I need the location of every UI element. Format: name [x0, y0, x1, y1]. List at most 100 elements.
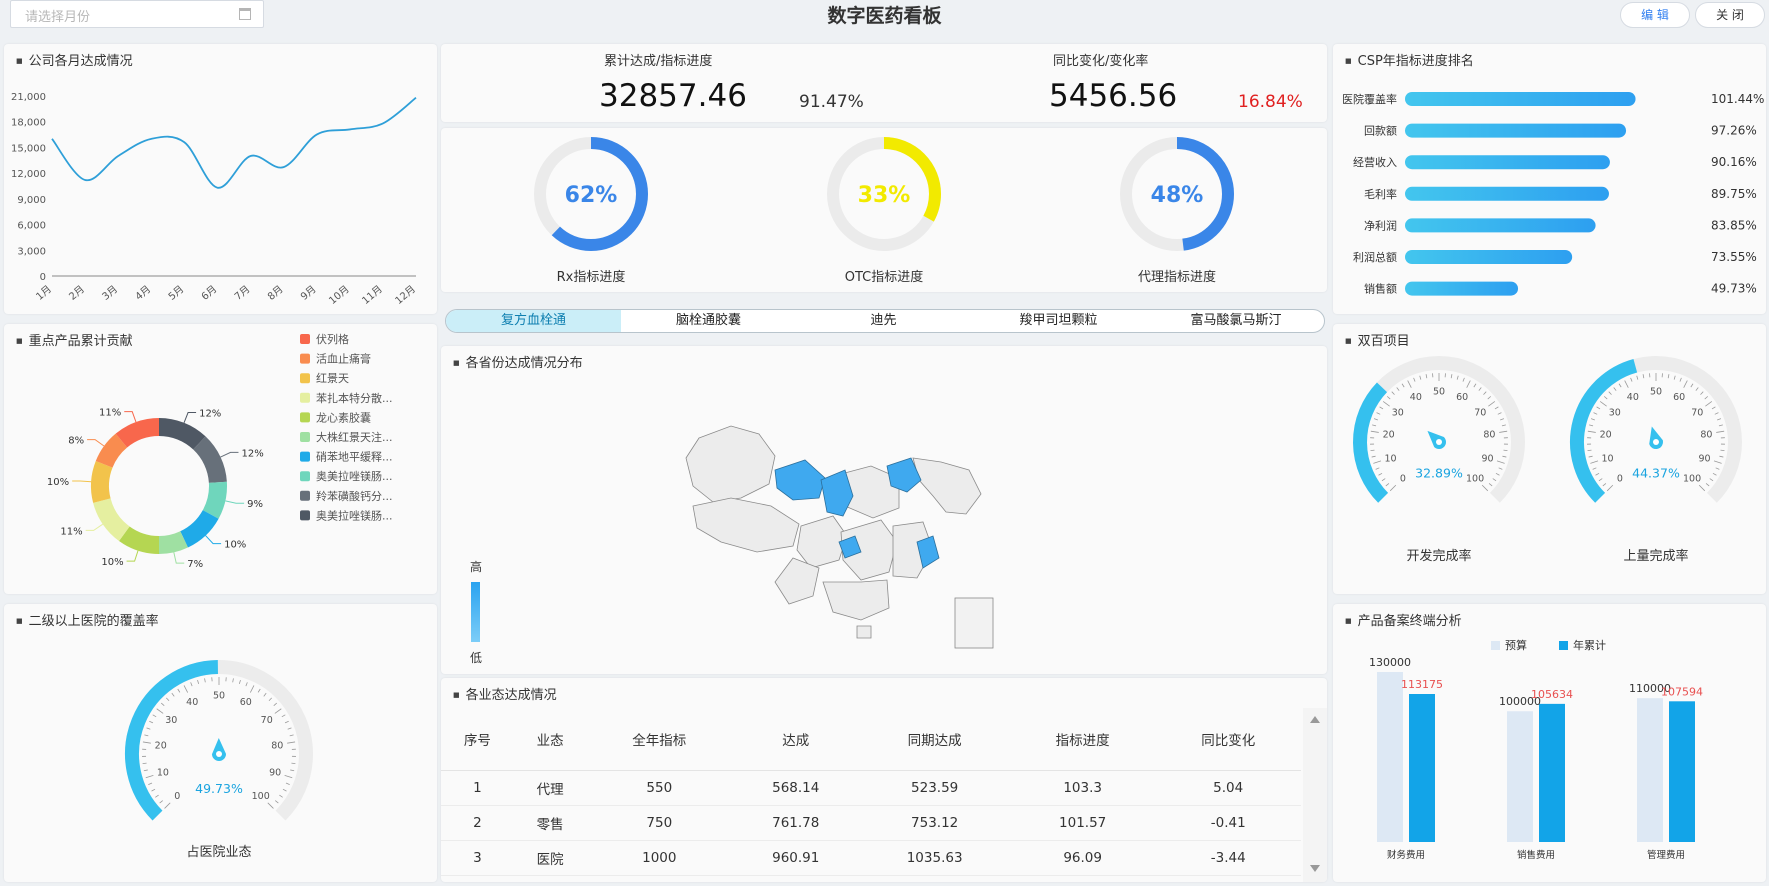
table-row[interactable]: 1 代理 550 568.14 523.59 103.3 5.04 — [441, 770, 1301, 806]
donut-label-line — [225, 500, 245, 504]
table-cell: 753.12 — [859, 805, 1010, 841]
tab-4[interactable]: 富马酸氯马斯汀 — [1146, 310, 1324, 332]
legend-swatch — [1559, 641, 1568, 650]
bar-category-label: 利润总额 — [1353, 250, 1397, 264]
tab-0[interactable]: 复方血栓通 — [446, 310, 621, 332]
product-tabs: 复方血栓通 脑栓通胶囊 迪先 羧甲司坦颗粒 富马酸氯马斯汀 — [445, 309, 1325, 333]
y-tick-label: 6,000 — [17, 221, 46, 232]
gauge-tick — [268, 697, 273, 702]
gauge-tick — [1401, 383, 1405, 388]
edit-button[interactable]: 编 辑 — [1620, 2, 1690, 28]
gauge-tick-label: 0 — [174, 791, 180, 802]
gauge-pointer — [1427, 430, 1446, 449]
gauge-tick — [1450, 374, 1453, 379]
gauge-tick — [1498, 467, 1503, 470]
scroll-down-icon[interactable] — [1310, 865, 1320, 872]
donut-slice — [95, 433, 128, 468]
gauge-tick — [1642, 374, 1645, 379]
gauge-label: 上量完成率 — [1623, 548, 1688, 564]
bar-budget — [1377, 672, 1403, 842]
tab-1[interactable]: 脑栓通胶囊 — [621, 310, 796, 332]
gauge-tick — [1497, 412, 1502, 415]
legend-label: 预算 — [1505, 638, 1527, 652]
y-tick-label: 18,000 — [11, 118, 46, 129]
gauge-label: 占医院业态 — [186, 845, 251, 860]
map-panel: 各省份达成情况分布 高 低 — [441, 346, 1327, 674]
gauge-tick — [1712, 472, 1717, 476]
donut-percent-label: 11% — [60, 526, 82, 537]
gauge-tick — [1714, 412, 1719, 415]
x-tick-label: 10月 — [327, 283, 352, 307]
ring-percent-text: 33% — [858, 183, 911, 208]
legend-swatch — [300, 510, 310, 521]
donut-label-line — [87, 439, 105, 447]
x-tick-label: 4月 — [133, 283, 153, 303]
gauge-tick — [1386, 396, 1391, 400]
gauge-tick — [1603, 396, 1608, 400]
y-tick-label: 21,000 — [11, 92, 46, 103]
x-tick-label: 2月 — [67, 283, 87, 303]
bar-cumulative — [1669, 701, 1695, 842]
gauge-tick-label: 100 — [252, 791, 270, 802]
cum-value: 32857.46 — [599, 78, 747, 114]
gauge-tick-label: 50 — [1433, 387, 1445, 398]
gauge-progress — [1353, 382, 1389, 503]
legend-swatch — [300, 392, 310, 403]
gauge-tick — [1492, 478, 1497, 482]
bar-value-label: 90.16% — [1711, 155, 1757, 169]
x-tick-label: 9月 — [298, 283, 318, 303]
page-title: 数字医药看板 — [827, 5, 942, 27]
kpi-panel: 累计达成/指标进度 32857.46 91.47% 同比变化/变化率 5456.… — [441, 44, 1327, 122]
gauge-tick — [281, 714, 286, 718]
gauge-value-text: 32.89% — [1415, 466, 1463, 481]
table-cell: 960.91 — [732, 840, 860, 876]
map-province-south — [822, 579, 890, 621]
gauge-tick-label: 20 — [1600, 430, 1612, 441]
bar-value-label: 49.73% — [1711, 282, 1757, 296]
gauge-tick — [197, 679, 200, 685]
gauge-tick — [151, 788, 156, 792]
bar-cumulative — [1539, 703, 1565, 842]
gauge-tick — [1462, 377, 1465, 382]
gauge-tick — [291, 762, 296, 765]
gauge-tick — [171, 692, 175, 697]
gauge-tick — [1592, 467, 1597, 470]
gauge-tick — [1595, 472, 1600, 476]
coverage-panel: 二级以上医院的覆盖率 010203040506070809010049.73%占… — [4, 604, 437, 882]
rings-panel: 62% Rx指标进度 33% OTC指标进度 48% 代理指标进度 — [441, 128, 1327, 292]
tab-3[interactable]: 羧甲司坦颗粒 — [971, 310, 1146, 332]
gauge-tick-label: 80 — [1700, 430, 1712, 441]
bar — [1405, 123, 1627, 138]
donut-slice — [93, 498, 130, 542]
table-scrollbar[interactable] — [1303, 708, 1327, 882]
tab-2[interactable]: 迪先 — [796, 310, 971, 332]
table-cell: -3.44 — [1155, 840, 1301, 876]
bar-cumulative — [1409, 694, 1435, 842]
gauge-tick — [249, 685, 255, 693]
table-cell: 750 — [586, 805, 733, 841]
scroll-up-icon[interactable] — [1310, 716, 1320, 723]
double-gauges: 010203040506070809010032.89%开发完成率0102030… — [1353, 356, 1742, 564]
close-button[interactable]: 关 闭 — [1695, 2, 1765, 28]
gauge-pointer-center — [1653, 439, 1659, 445]
gauge-tick-label: 30 — [1392, 408, 1404, 419]
table-row[interactable]: 3 医院 1000 960.91 1035.63 96.09 -3.44 — [441, 840, 1301, 876]
bar-category-label: 经营收入 — [1353, 155, 1397, 169]
legend-label: 奥美拉唑镁肠... — [316, 469, 393, 483]
legend-swatch — [300, 451, 310, 462]
bar — [1405, 218, 1596, 233]
gauge-tick — [1385, 483, 1390, 487]
col-header: 全年指标 — [586, 708, 733, 771]
terminal-panel: 产品备案终端分析 预算年累计130000113175财务费用1000001056… — [1333, 604, 1766, 882]
gauge-tick — [204, 678, 206, 683]
gauge-tick — [1379, 406, 1384, 410]
gauge-tick — [1494, 406, 1499, 410]
gauge-tick — [289, 734, 294, 737]
gauge-tick-label: 30 — [165, 715, 177, 726]
gauge-tick — [1413, 377, 1416, 382]
table-row[interactable]: 2 零售 750 761.78 753.12 101.57 -0.41 — [441, 805, 1301, 841]
gauge-tick-label: 90 — [269, 768, 281, 779]
col-header: 序号 — [441, 708, 514, 771]
biz-table: 序号 业态 全年指标 达成 同期达成 指标进度 同比变化 1 代理 550 56… — [441, 708, 1301, 876]
donut-percent-label: 12% — [199, 409, 221, 420]
